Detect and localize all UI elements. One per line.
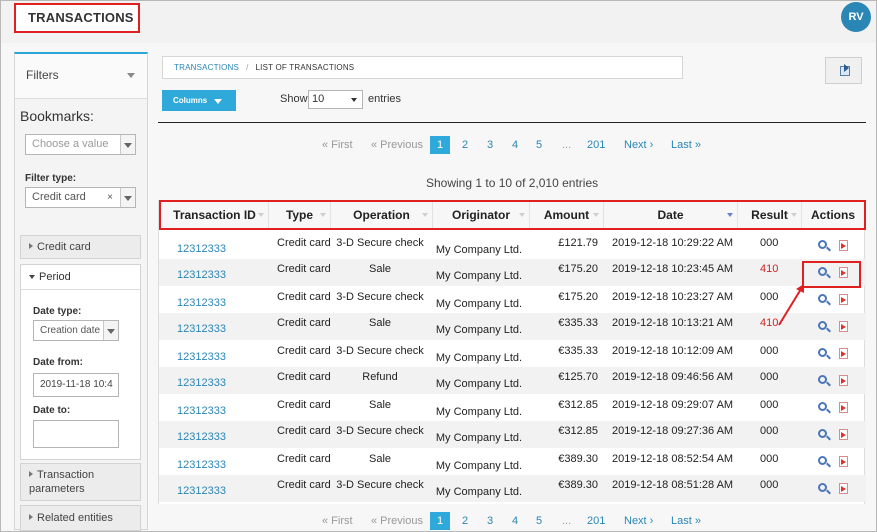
annotation-arrow (778, 284, 804, 326)
